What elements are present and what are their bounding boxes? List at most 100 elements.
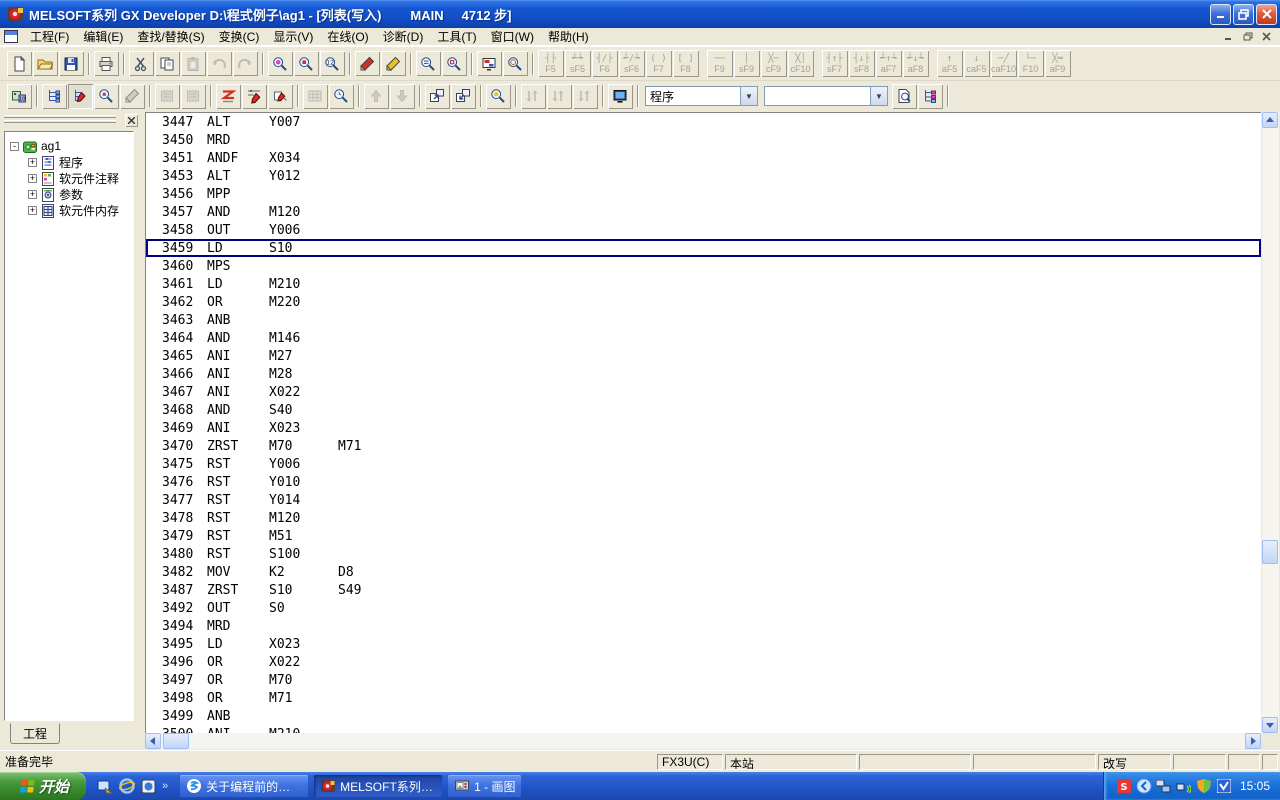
menu-view[interactable]: 显示(V): [266, 27, 320, 47]
task-melsoft[interactable]: MELSOFT系列 GX D...: [314, 775, 442, 797]
task-paint[interactable]: 1 - 画图: [448, 775, 521, 797]
monitor-mode-button[interactable]: [94, 84, 119, 109]
dock-grip[interactable]: [4, 114, 138, 128]
instruction-row-3467[interactable]: 3467ANIX022: [146, 383, 1261, 401]
child-restore-button[interactable]: [1240, 30, 1255, 43]
horizontal-scrollbar[interactable]: [145, 733, 1261, 749]
instruction-row-3492[interactable]: 3492OUTS0: [146, 599, 1261, 617]
expand-toggle-icon[interactable]: +: [28, 158, 37, 167]
dock-close-button[interactable]: [125, 114, 138, 127]
instruction-row-3478[interactable]: 3478RSTM120: [146, 509, 1261, 527]
instruction-row-3498[interactable]: 3498ORM71: [146, 689, 1261, 707]
instruction-row-3470[interactable]: 3470ZRSTM70M71: [146, 437, 1261, 455]
instruction-row-3466[interactable]: 3466ANIM28: [146, 365, 1261, 383]
wireless-tray-icon[interactable]: [1176, 778, 1192, 794]
menu-window[interactable]: 窗口(W): [484, 27, 541, 47]
child-close-button[interactable]: [1259, 30, 1274, 43]
tree-item-parameter[interactable]: +参数: [5, 186, 133, 202]
instruction-row-3494[interactable]: 3494MRD: [146, 617, 1261, 635]
show-desktop-icon[interactable]: [96, 778, 113, 795]
macro-button[interactable]: [892, 84, 917, 109]
instruction-row-3479[interactable]: 3479RSTM51: [146, 527, 1261, 545]
instruction-row-3458[interactable]: 3458OUTY006: [146, 221, 1261, 239]
comment-display-button[interactable]: [608, 84, 633, 109]
menu-tools[interactable]: 工具(T): [430, 27, 483, 47]
inline-edit-button[interactable]: [268, 84, 293, 109]
instruction-row-3468[interactable]: 3468ANDS40: [146, 401, 1261, 419]
expand-toggle-icon[interactable]: +: [28, 174, 37, 183]
program-select-dropdown-arrow-icon[interactable]: ▼: [740, 87, 757, 105]
collapse-toggle-icon[interactable]: -: [10, 142, 19, 151]
instruction-row-3487[interactable]: 3487ZRSTS10S49: [146, 581, 1261, 599]
restore-button[interactable]: [1233, 4, 1254, 25]
instruction-row-3496[interactable]: 3496ORX022: [146, 653, 1261, 671]
program-select[interactable]: 程序▼: [645, 86, 758, 106]
instruction-row-3499[interactable]: 3499ANB: [146, 707, 1261, 725]
shield-tray-icon[interactable]: [1196, 778, 1212, 794]
jump-source-button[interactable]: [425, 84, 450, 109]
write-mode-button[interactable]: [68, 84, 93, 109]
tree-item-program[interactable]: +程序: [5, 154, 133, 170]
instruction-help-button[interactable]: [503, 51, 528, 76]
browser-launcher-icon[interactable]: [140, 778, 157, 795]
menu-help[interactable]: 帮助(H): [541, 27, 596, 47]
save-button[interactable]: [59, 51, 84, 76]
instruction-row-3469[interactable]: 3469ANIX023: [146, 419, 1261, 437]
instruction-row-3459[interactable]: 3459LDS10: [146, 239, 1261, 257]
horizontal-scroll-thumb[interactable]: [163, 733, 189, 749]
expand-toggle-icon[interactable]: +: [28, 206, 37, 215]
instruction-list[interactable]: 3447ALTY0073450MRD3451ANDFX0343453ALTY01…: [145, 112, 1261, 733]
vertical-scrollbar[interactable]: [1262, 112, 1279, 733]
instruction-row-3460[interactable]: 3460MPS: [146, 257, 1261, 275]
menu-edit[interactable]: 编辑(E): [76, 27, 130, 47]
minimize-button[interactable]: [1210, 4, 1231, 25]
instruction-row-3461[interactable]: 3461LDM210: [146, 275, 1261, 293]
hide-icons-chevron-icon[interactable]: [1136, 778, 1152, 794]
instruction-row-3464[interactable]: 3464ANDM146: [146, 329, 1261, 347]
jump-dest-button[interactable]: [451, 84, 476, 109]
instruction-row-3495[interactable]: 3495LDX023: [146, 635, 1261, 653]
ladder-edit-button[interactable]: [242, 84, 267, 109]
quick-launch-overflow-chevron[interactable]: »: [162, 780, 168, 792]
menu-diagnostics[interactable]: 诊断(D): [376, 27, 431, 47]
start-button[interactable]: 开始: [0, 772, 86, 800]
print-button[interactable]: [94, 51, 119, 76]
used-device-button[interactable]: [442, 51, 467, 76]
network-tray-icon[interactable]: [1156, 778, 1172, 794]
scroll-up-button[interactable]: [1262, 112, 1278, 128]
change-module-button[interactable]: 10: [7, 84, 32, 109]
menu-find-replace[interactable]: 查找/替换(S): [130, 27, 211, 47]
scroll-right-button[interactable]: [1245, 733, 1261, 749]
cut-button[interactable]: [129, 51, 154, 76]
instruction-row-3451[interactable]: 3451ANDFX034: [146, 149, 1261, 167]
find-replace-button[interactable]: [294, 51, 319, 76]
tree-item-device-memory[interactable]: +软元件内存: [5, 202, 133, 218]
device-batch-button[interactable]: [381, 51, 406, 76]
tree-item-device-comment[interactable]: +软元件注释: [5, 170, 133, 186]
instruction-row-3457[interactable]: 3457ANDM120: [146, 203, 1261, 221]
monitor-watch-button[interactable]: [329, 84, 354, 109]
find-contact-button[interactable]: [486, 84, 511, 109]
read-mode-button[interactable]: [42, 84, 67, 109]
close-button[interactable]: [1256, 4, 1277, 25]
instruction-row-3450[interactable]: 3450MRD: [146, 131, 1261, 149]
project-tab[interactable]: 工程: [10, 723, 60, 744]
instruction-row-3462[interactable]: 3462ORM220: [146, 293, 1261, 311]
screen-switch-button[interactable]: [477, 51, 502, 76]
device-test-button[interactable]: [355, 51, 380, 76]
find-button[interactable]: [268, 51, 293, 76]
menu-online[interactable]: 在线(O): [320, 27, 375, 47]
task-browser[interactable]: 关于编程前的注意...: [180, 775, 308, 797]
child-minimize-button[interactable]: [1221, 30, 1236, 43]
tree-root-project[interactable]: -ag1: [5, 138, 133, 154]
menu-convert[interactable]: 变换(C): [212, 27, 267, 47]
project-data-list-button[interactable]: [918, 84, 943, 109]
instruction-row-3476[interactable]: 3476RSTY010: [146, 473, 1261, 491]
instruction-row-3447[interactable]: 3447ALTY007: [146, 113, 1261, 131]
cross-reference-button[interactable]: [416, 51, 441, 76]
device-select[interactable]: ▼: [764, 86, 888, 106]
menu-project[interactable]: 工程(F): [23, 27, 76, 47]
internet-explorer-icon[interactable]: [118, 778, 135, 795]
instruction-row-3480[interactable]: 3480RSTS100: [146, 545, 1261, 563]
expand-toggle-icon[interactable]: +: [28, 190, 37, 199]
